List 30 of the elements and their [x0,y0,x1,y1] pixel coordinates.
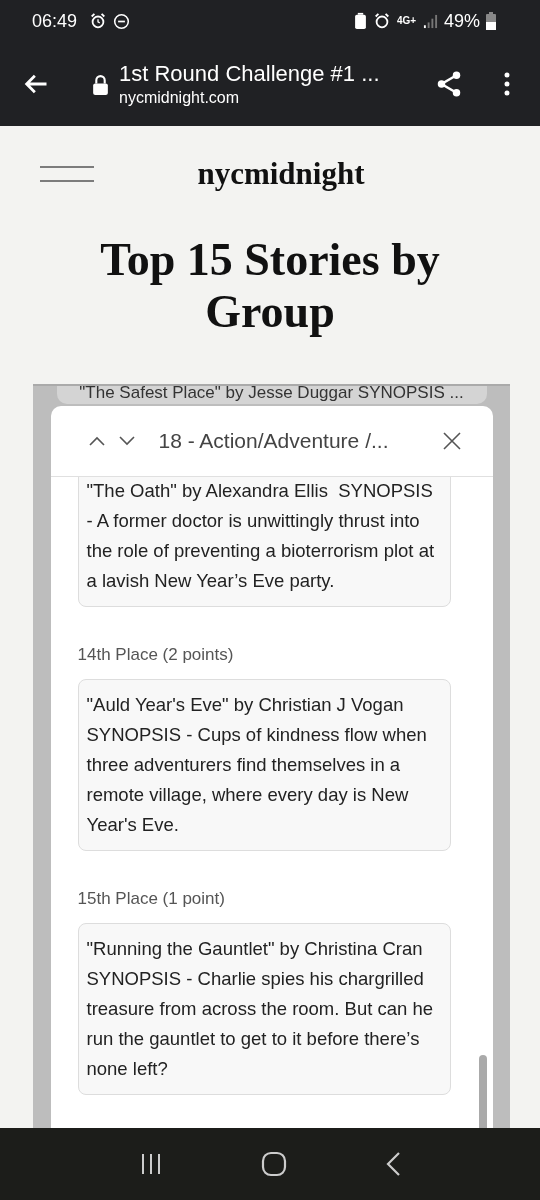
battery-percent: 49% [443,10,480,32]
chevron-down-icon[interactable] [118,436,135,446]
alarm-icon [89,12,108,30]
home-icon[interactable] [261,1151,287,1177]
more-options-icon[interactable] [504,72,510,96]
story-card: "The Oath" by Alexandra Ellis SYNOPSIS - A former doctor is unwittingly thrust into the role of preventing a bioterrorism plot at a lavish New Year’s Eve party. [77,477,451,607]
close-icon[interactable] [442,432,461,450]
page-title: 1st Round Challenge #1 ... [119,61,381,87]
network-type: 4G+ [396,16,417,26]
dialog-title: 18 - Action/Adventure /... [158,429,390,453]
page-domain[interactable]: nycmidnight.com [119,89,434,107]
signal-icon [422,13,438,29]
chevron-up-icon[interactable] [88,436,105,446]
page-heading: Top 15 Stories by Group [99,234,441,338]
story-card: "Running the Gauntlet" by Christina Cran SYNOPSIS - Charlie spies his chargrilled treasure from across the room. But can he run the gauntlet to get to it before there’s none left? [77,923,451,1095]
recent-apps-icon[interactable] [139,1152,163,1176]
alarm-icon [372,12,391,30]
status-time: 06:49 [32,10,78,32]
battery-saver-icon [353,12,367,30]
story-card: "Auld Year's Eve" by Christian J Vogan SYNOPSIS - Cups of kindness flow when three adventurers find themselves in a remote village, where every day is New Year's Eve. [77,679,451,851]
do-not-disturb-icon [113,12,131,30]
menu-icon[interactable] [40,164,94,184]
scrollbar[interactable] [478,1055,487,1128]
site-logo[interactable]: nycmidnight [197,156,365,192]
place-label: 15th Place (1 point) [77,889,226,909]
place-label: 14th Place (2 points) [77,645,235,665]
back-icon[interactable] [385,1151,401,1177]
lock-icon [92,73,109,95]
battery-icon [486,12,496,30]
background-entry: "The Safest Place" by Jesse Duggar SYNOPSIS ... [56,386,487,404]
